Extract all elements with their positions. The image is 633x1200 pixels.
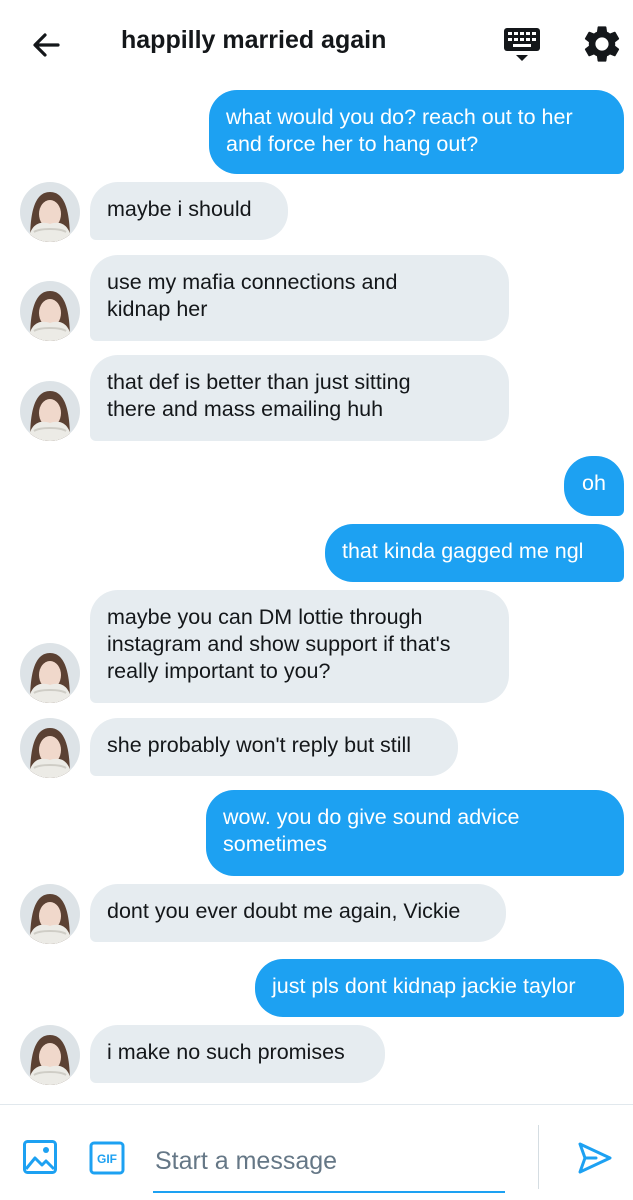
contact-avatar[interactable] bbox=[20, 381, 80, 441]
avatar-photo bbox=[20, 643, 80, 703]
contact-avatar[interactable] bbox=[20, 281, 80, 341]
avatar-photo bbox=[20, 381, 80, 441]
contact-avatar[interactable] bbox=[20, 643, 80, 703]
contact-avatar[interactable] bbox=[20, 718, 80, 778]
incoming-message-bubble[interactable]: use my mafia connections and kidnap her bbox=[90, 255, 509, 341]
incoming-message-bubble[interactable]: dont you ever doubt me again, Vickie bbox=[90, 884, 506, 942]
avatar-photo bbox=[20, 884, 80, 944]
gif-label: GIF bbox=[97, 1152, 117, 1166]
incoming-message-bubble[interactable]: i make no such promises bbox=[90, 1025, 385, 1083]
avatar-photo bbox=[20, 182, 80, 242]
incoming-message-bubble[interactable]: that def is better than just sitting the… bbox=[90, 355, 509, 441]
outgoing-message-bubble[interactable]: what would you do? reach out to her and … bbox=[209, 90, 624, 174]
arrow-left-icon bbox=[33, 33, 60, 57]
contact-avatar[interactable] bbox=[20, 884, 80, 944]
keyboard-button[interactable] bbox=[500, 22, 544, 66]
add-media-button[interactable] bbox=[22, 1139, 58, 1175]
incoming-message-bubble[interactable]: maybe you can DM lottie through instagra… bbox=[90, 590, 509, 703]
send-icon bbox=[578, 1142, 612, 1174]
conversation-title: happilly married again bbox=[121, 26, 387, 54]
message-composer: GIF bbox=[0, 1104, 633, 1200]
message-list[interactable]: what would you do? reach out to her and … bbox=[0, 88, 633, 1104]
contact-avatar[interactable] bbox=[20, 1025, 80, 1085]
incoming-message-bubble[interactable]: she probably won't reply but still bbox=[90, 718, 458, 776]
send-button[interactable] bbox=[576, 1139, 614, 1177]
composer-divider bbox=[538, 1125, 539, 1189]
avatar-photo bbox=[20, 718, 80, 778]
keyboard-icon bbox=[504, 28, 540, 61]
conversation-header: happilly married again bbox=[0, 0, 633, 88]
outgoing-message-bubble[interactable]: just pls dont kidnap jackie taylor bbox=[255, 959, 624, 1017]
avatar-photo bbox=[20, 1025, 80, 1085]
contact-avatar[interactable] bbox=[20, 182, 80, 242]
gear-icon bbox=[584, 26, 620, 62]
settings-button[interactable] bbox=[580, 22, 624, 66]
image-icon bbox=[23, 1140, 57, 1174]
outgoing-message-bubble[interactable]: wow. you do give sound advice sometimes bbox=[206, 790, 624, 876]
back-button[interactable] bbox=[26, 24, 68, 66]
avatar-photo bbox=[20, 281, 80, 341]
gif-icon: GIF bbox=[89, 1141, 125, 1175]
message-input[interactable] bbox=[153, 1131, 505, 1193]
incoming-message-bubble[interactable]: maybe i should bbox=[90, 182, 288, 240]
outgoing-message-bubble[interactable]: oh bbox=[564, 456, 624, 516]
outgoing-message-bubble[interactable]: that kinda gagged me ngl bbox=[325, 524, 624, 582]
add-gif-button[interactable]: GIF bbox=[89, 1141, 125, 1175]
